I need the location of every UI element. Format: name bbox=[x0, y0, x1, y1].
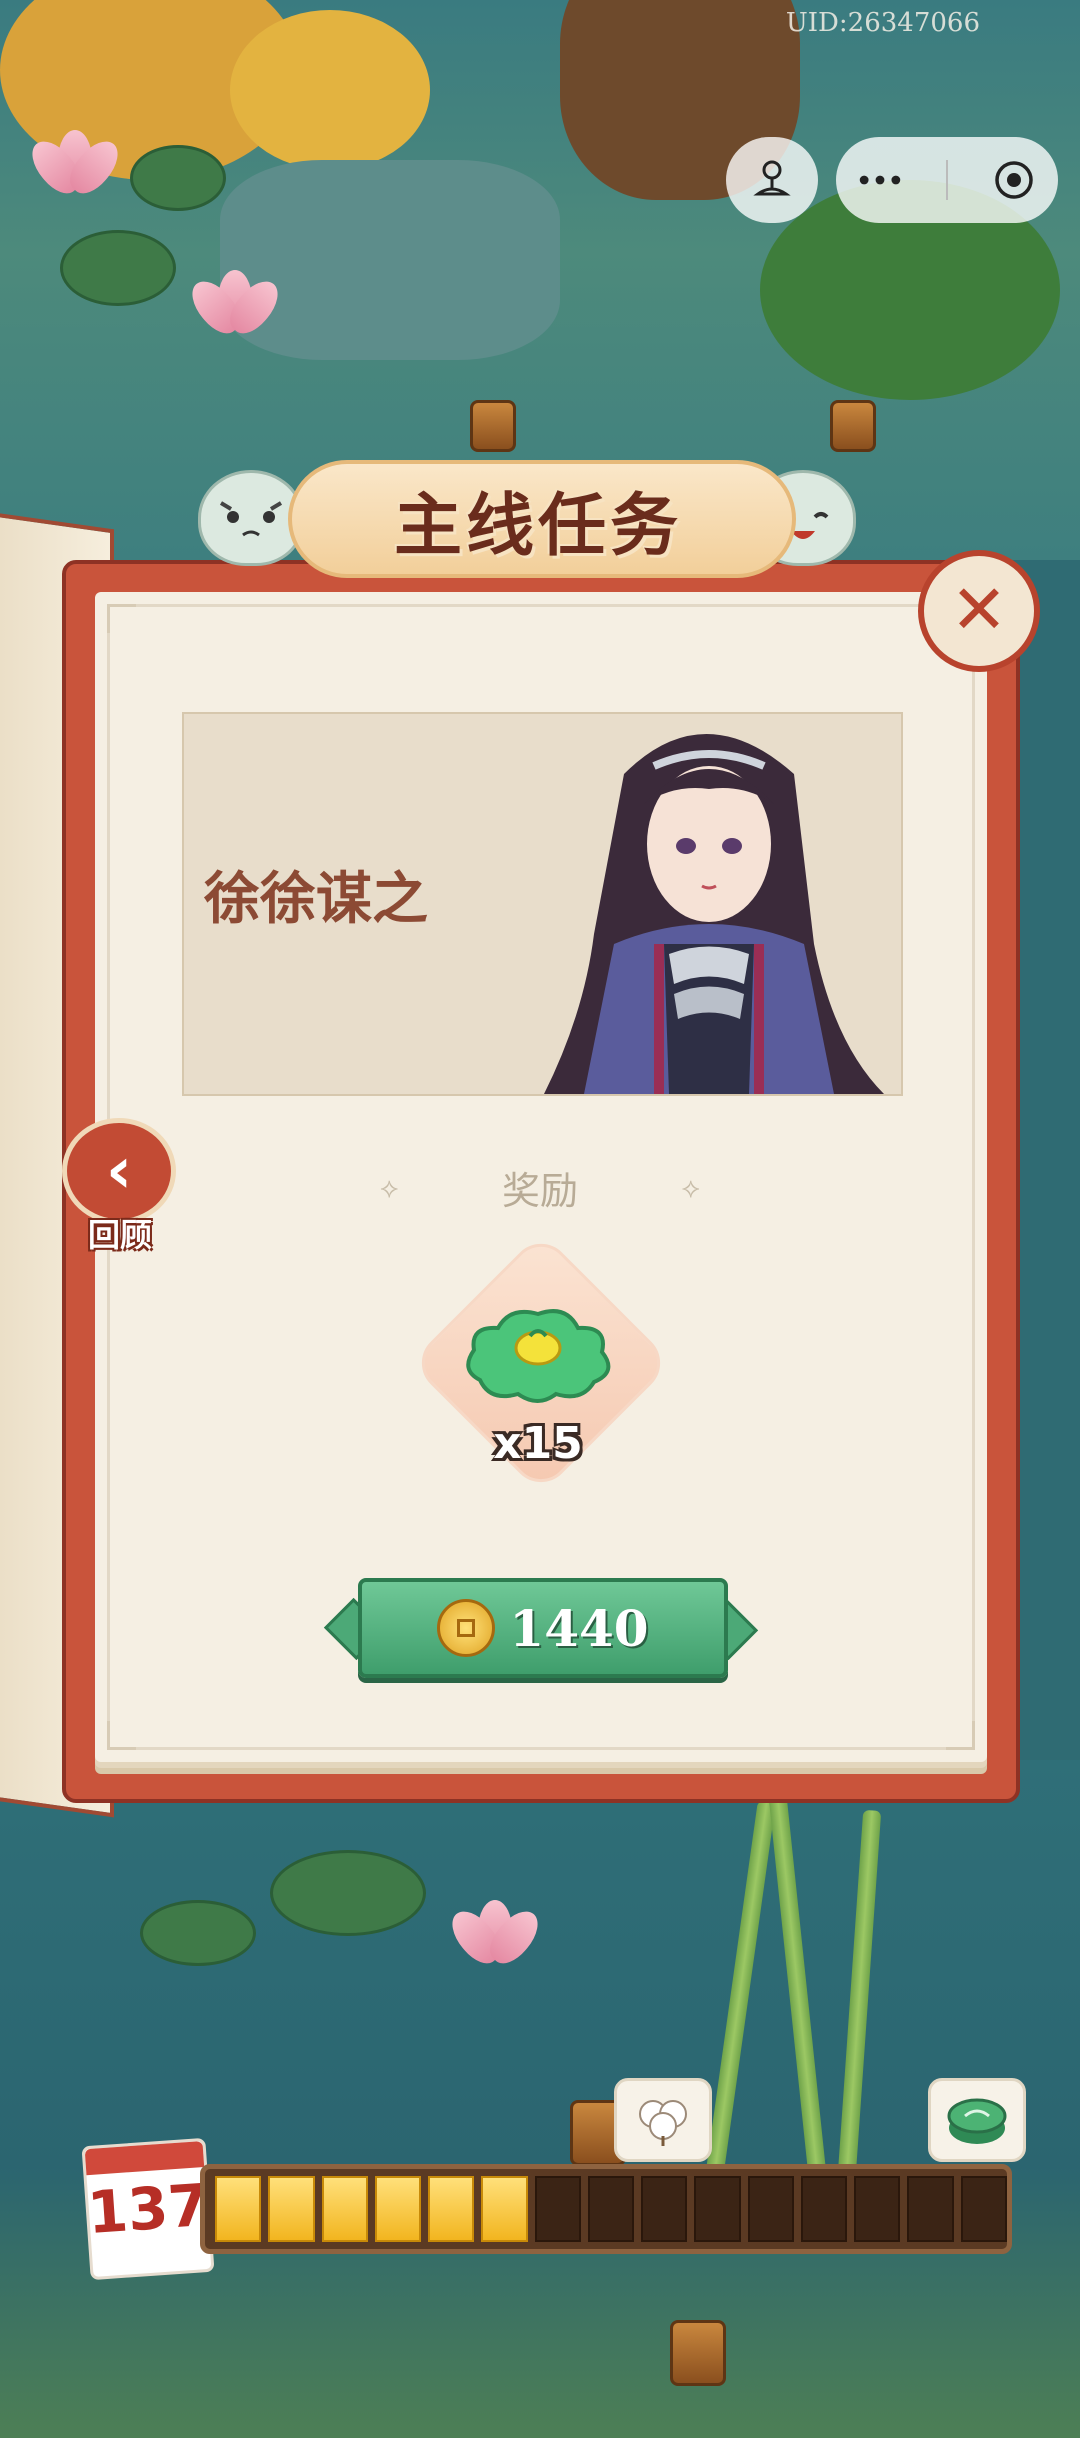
progress-bar bbox=[200, 2164, 1012, 2254]
lily-pad bbox=[130, 145, 226, 211]
progress-segment bbox=[481, 2176, 528, 2242]
progress-segment bbox=[907, 2176, 954, 2242]
progress-segment bbox=[641, 2176, 688, 2242]
wooden-post bbox=[670, 2320, 726, 2386]
cost-value: 1440 bbox=[509, 1598, 649, 1658]
reward-header: ⟡ 奖励 ⟡ bbox=[380, 1160, 700, 1215]
progress-segment bbox=[587, 2176, 635, 2242]
game-center-icon bbox=[750, 158, 794, 202]
more-dots-icon[interactable] bbox=[858, 158, 902, 202]
calendar-header bbox=[84, 2141, 205, 2176]
miniprogram-capsule bbox=[836, 137, 1058, 223]
day-number: 137 bbox=[85, 2170, 211, 2248]
progress-segment bbox=[215, 2176, 262, 2242]
autumn-tree-foliage bbox=[230, 10, 430, 170]
progress-segment bbox=[268, 2176, 315, 2242]
milestone-reward-2[interactable] bbox=[928, 2078, 1026, 2162]
lily-pad bbox=[60, 230, 176, 306]
lotus-flower bbox=[443, 1900, 547, 1971]
close-x-icon: ✕ bbox=[950, 571, 1008, 650]
reward-quantity: x15 bbox=[493, 1418, 583, 1469]
progress-segment bbox=[747, 2176, 794, 2242]
ornament-left-icon: ⟡ bbox=[380, 1170, 399, 1204]
progress-segment bbox=[854, 2176, 901, 2242]
close-button[interactable]: ✕ bbox=[918, 550, 1040, 672]
lily-pad bbox=[140, 1900, 256, 1966]
back-button-circle: ‹ bbox=[62, 1118, 176, 1224]
copper-coin-icon bbox=[437, 1599, 496, 1657]
milestone-reward-1[interactable] bbox=[614, 2078, 712, 2162]
chapter-card: 徐徐谋之 bbox=[182, 712, 903, 1096]
progress-segment bbox=[960, 2176, 1007, 2242]
cotton-icon bbox=[639, 2100, 687, 2146]
green-cloud-icon bbox=[466, 1309, 611, 1403]
green-tin-icon bbox=[947, 2098, 1007, 2144]
corner-ornament bbox=[107, 1721, 136, 1750]
lotus-flower bbox=[23, 130, 127, 201]
panel-title: 主线任务 bbox=[393, 486, 682, 566]
day-calendar: 137 bbox=[81, 2137, 215, 2281]
unlock-cost-button[interactable]: 1440 bbox=[358, 1578, 728, 1678]
reward-item[interactable]: x15 bbox=[409, 1231, 673, 1495]
target-icon[interactable] bbox=[992, 158, 1036, 202]
title-banner: 主线任务 bbox=[268, 440, 808, 590]
progress-segment bbox=[428, 2176, 475, 2242]
progress-segment bbox=[321, 2176, 368, 2242]
uid-label: UID:26347066 bbox=[785, 8, 980, 38]
reward-title: 奖励 bbox=[501, 1169, 578, 1213]
progress-segment bbox=[694, 2176, 741, 2242]
chapter-name: 徐徐谋之 bbox=[204, 866, 428, 932]
review-back-button[interactable]: ‹ 回顾 bbox=[58, 1118, 176, 1254]
review-label: 回顾 bbox=[87, 1216, 152, 1254]
game-center-button[interactable] bbox=[726, 137, 818, 223]
ornament-right-icon: ⟡ bbox=[681, 1170, 700, 1204]
capsule-divider bbox=[946, 160, 948, 200]
progress-segment bbox=[534, 2176, 581, 2242]
wooden-post bbox=[830, 400, 876, 452]
lily-pad bbox=[270, 1850, 426, 1936]
corner-ornament bbox=[946, 1721, 975, 1750]
progress-segment bbox=[374, 2176, 422, 2242]
character-portrait bbox=[544, 734, 884, 1094]
garden-scene-bottom bbox=[0, 1760, 1080, 2438]
corner-ornament bbox=[107, 604, 136, 633]
chevron-left-icon: ‹ bbox=[105, 1134, 133, 1208]
lotus-flower bbox=[183, 270, 287, 341]
progress-segment bbox=[800, 2176, 848, 2242]
